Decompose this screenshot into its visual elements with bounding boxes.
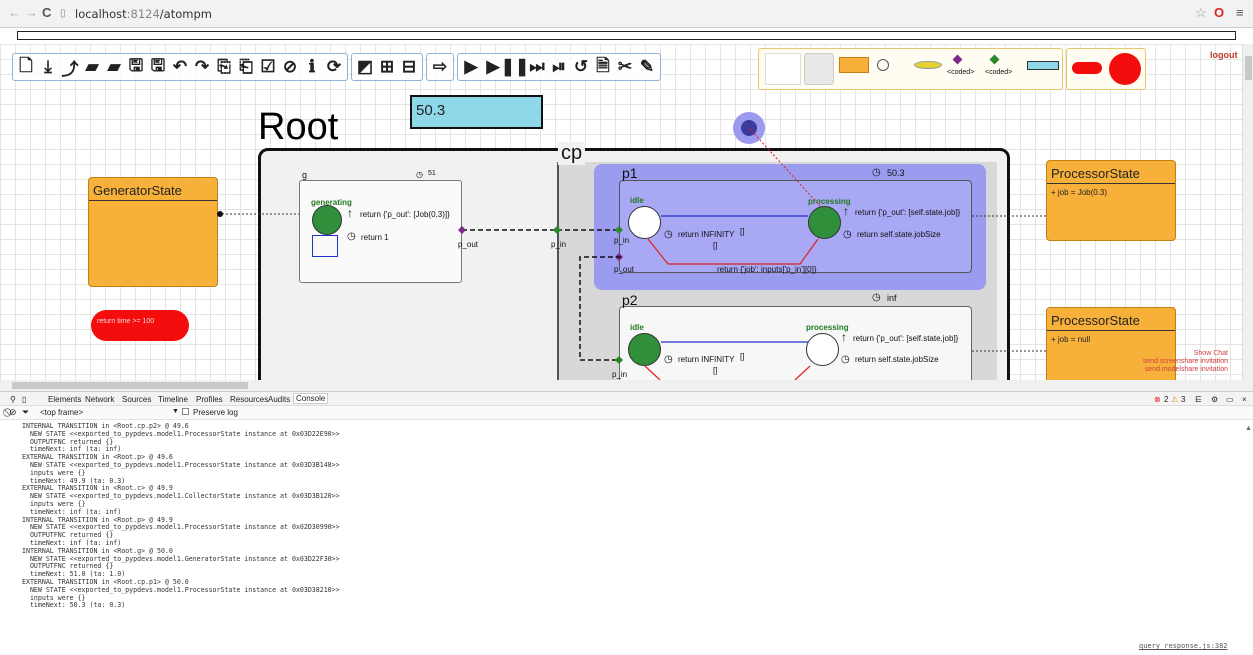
- port-diamond: [615, 356, 623, 364]
- opera-icon[interactable]: O: [1214, 5, 1224, 20]
- gear-icon[interactable]: ⚙: [1211, 395, 1218, 404]
- devtools-tabbar: ⚲ ▯ Elements Network Sources Timeline Pr…: [0, 391, 1253, 406]
- clear-console-icon[interactable]: ⊘: [9, 407, 17, 418]
- page-icon: ▯: [60, 8, 66, 19]
- tab-resources[interactable]: Resources: [230, 395, 268, 404]
- transition-idle-proc-p2: [644, 365, 661, 380]
- device-icon[interactable]: ▯: [22, 395, 26, 404]
- forward-icon[interactable]: →: [25, 5, 38, 20]
- marker-link: [748, 127, 821, 207]
- command-input[interactable]: [17, 31, 1236, 40]
- tab-audits[interactable]: Audits: [268, 395, 290, 404]
- tab-profiles[interactable]: Profiles: [196, 395, 223, 404]
- warning-icon: ⚠: [1171, 395, 1179, 404]
- edge-p1-to-p2: [579, 256, 621, 361]
- transition-idle-proc-p2b: [794, 365, 811, 380]
- tab-sources[interactable]: Sources: [122, 395, 151, 404]
- edges-layer: [217, 127, 1046, 380]
- frame-select[interactable]: <top frame>: [40, 408, 83, 417]
- address-field[interactable]: localhost:8124/atompm: [75, 7, 212, 21]
- error-count[interactable]: 2: [1164, 395, 1168, 404]
- browser-url-bar: ← → C ▯ localhost:8124/atompm ☆ O ≡: [0, 0, 1253, 28]
- preserve-log-label: Preserve log: [193, 408, 238, 417]
- star-icon[interactable]: ☆: [1195, 5, 1207, 21]
- tab-network[interactable]: Network: [85, 395, 114, 404]
- port-diamond: [458, 226, 466, 234]
- drawer-icon[interactable]: ⋿: [1195, 395, 1202, 404]
- transition-idle-proc: [647, 238, 819, 265]
- console-filter-bar: ⃠ ⊘ ⏷ <top frame> ▼ Preserve log: [0, 406, 1253, 420]
- console-scroll-up-icon[interactable]: ▲: [1245, 425, 1252, 432]
- edge-end-dot: [217, 211, 223, 217]
- port-diamond: [553, 226, 561, 234]
- filter-icon[interactable]: ⏷: [22, 407, 29, 418]
- menu-icon[interactable]: ≡: [1236, 5, 1244, 20]
- reload-icon[interactable]: C: [42, 5, 51, 20]
- port-diamond: [615, 226, 623, 234]
- search-icon[interactable]: ⚲: [10, 395, 16, 404]
- source-link[interactable]: query_response.js:382: [1139, 642, 1228, 650]
- vertical-scrollbar[interactable]: [1242, 44, 1253, 380]
- console-output: INTERNAL TRANSITION in <Root.cp.p2> @ 49…: [22, 422, 340, 610]
- horizontal-scrollbar[interactable]: [0, 380, 1253, 391]
- close-icon[interactable]: ×: [1242, 395, 1247, 404]
- preserve-log-checkbox[interactable]: [182, 408, 189, 415]
- error-icon: ⊗: [1154, 395, 1161, 404]
- tab-elements[interactable]: Elements: [48, 395, 81, 404]
- back-icon[interactable]: ←: [8, 5, 21, 20]
- tab-console[interactable]: Console: [293, 393, 329, 404]
- warning-count[interactable]: 3: [1181, 395, 1185, 404]
- tab-timeline[interactable]: Timeline: [158, 395, 188, 404]
- model-canvas[interactable]: 🗋 ⤓ ⤴ ▰ ▰ 🖫 🖫 ↶ ↷ ⎘ ⎗ ☑ ⊘ ℹ ⟳ ◩ ⊞ ⊟ ⇨ ▶ …: [0, 44, 1242, 380]
- chevron-down-icon[interactable]: ▼: [172, 408, 179, 415]
- dock-icon[interactable]: ▭: [1226, 395, 1234, 404]
